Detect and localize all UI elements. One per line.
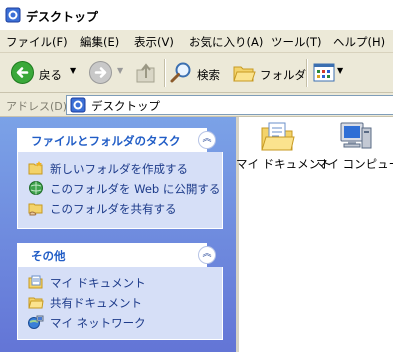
tasks-panel-header[interactable]: ファイルとフォルダのタスク ︽ <box>17 128 216 152</box>
new-folder-icon <box>28 161 43 175</box>
other-panel-title: その他 <box>31 249 66 263</box>
search-label: 検索 <box>197 68 220 82</box>
forward-arrow-icon <box>89 61 112 84</box>
address-value: デスクトップ <box>91 99 160 113</box>
my-documents-icon <box>28 275 43 289</box>
other-item-label: マイ ドキュメント <box>50 276 146 290</box>
task-item-label: このフォルダを Web に公開する <box>50 182 221 196</box>
desktop-icon <box>70 97 86 113</box>
back-dropdown-icon[interactable]: ▼ <box>70 66 76 75</box>
web-publish-icon <box>29 181 43 195</box>
collapse-chevron-icon[interactable]: ︽ <box>198 131 216 149</box>
tasks-panel-body: 新しいフォルダを作成する このフォルダを Web に公開する このフォルダを共有… <box>17 152 223 229</box>
back-arrow-icon <box>11 61 34 84</box>
folders-button[interactable]: フォルダ <box>232 60 306 86</box>
desktop-item-label: マイ ドキュメント <box>236 157 332 171</box>
toolbar-separator <box>306 59 308 87</box>
menu-bar: ファイル(F) 編集(E) 表示(V) お気に入り(A) ツール(T) ヘルプ(… <box>0 30 393 53</box>
menu-edit[interactable]: 編集(E) <box>80 34 119 50</box>
tasks-panel-title: ファイルとフォルダのタスク <box>31 134 181 148</box>
collapse-chevron-icon[interactable]: ︽ <box>198 246 216 264</box>
back-label: 戻る <box>39 68 62 82</box>
folders-label: フォルダ <box>260 68 306 82</box>
other-item-label: 共有ドキュメント <box>50 296 142 310</box>
other-item-label: マイ ネットワーク <box>50 316 146 330</box>
up-folder-button[interactable] <box>134 60 160 86</box>
address-input[interactable]: デスクトップ <box>66 95 393 115</box>
views-dropdown-icon[interactable]: ▼ <box>337 66 343 75</box>
desktop-item-my-documents[interactable]: マイ ドキュメント <box>236 120 332 172</box>
views-button[interactable]: ▼ <box>313 60 349 86</box>
views-icon <box>313 63 335 82</box>
my-computer-icon <box>340 122 371 149</box>
toolbar: 戻る ▼ ▼ 検索 フォルダ ▼ <box>0 53 393 93</box>
other-panel-body: マイ ドキュメント 共有ドキュメント マイ ネットワーク <box>17 267 223 340</box>
task-item-label: このフォルダを共有する <box>50 202 177 216</box>
forward-button[interactable]: ▼ <box>88 60 128 86</box>
menu-help[interactable]: ヘルプ(H) <box>333 34 385 50</box>
toolbar-separator <box>164 59 166 87</box>
my-documents-folder-icon <box>261 122 295 151</box>
menu-file[interactable]: ファイル(F) <box>6 34 68 50</box>
desktop-item-my-computer[interactable]: マイ コンピュータ <box>316 120 393 172</box>
title-bar: デスクトップ <box>0 0 393 30</box>
desktop-window-icon <box>5 7 21 23</box>
address-label: アドレス(D) <box>6 100 68 113</box>
address-bar: アドレス(D) デスクトップ <box>0 93 393 117</box>
search-icon <box>170 62 191 83</box>
menu-favorites[interactable]: お気に入り(A) <box>189 34 263 50</box>
window-title: デスクトップ <box>26 10 99 24</box>
my-network-icon <box>28 315 44 329</box>
desktop-item-label: マイ コンピュータ <box>316 157 393 171</box>
back-button[interactable]: 戻る ▼ <box>10 60 80 86</box>
forward-dropdown-icon[interactable]: ▼ <box>117 66 123 75</box>
other-panel-header[interactable]: その他 ︽ <box>17 243 216 267</box>
menu-view[interactable]: 表示(V) <box>134 34 174 50</box>
search-button[interactable]: 検索 <box>169 60 225 86</box>
up-folder-icon <box>136 63 155 83</box>
shared-documents-icon <box>28 297 44 309</box>
share-folder-icon <box>28 203 43 216</box>
folders-icon <box>233 66 256 82</box>
task-item-label: 新しいフォルダを作成する <box>50 162 188 176</box>
menu-tools[interactable]: ツール(T) <box>271 34 322 50</box>
